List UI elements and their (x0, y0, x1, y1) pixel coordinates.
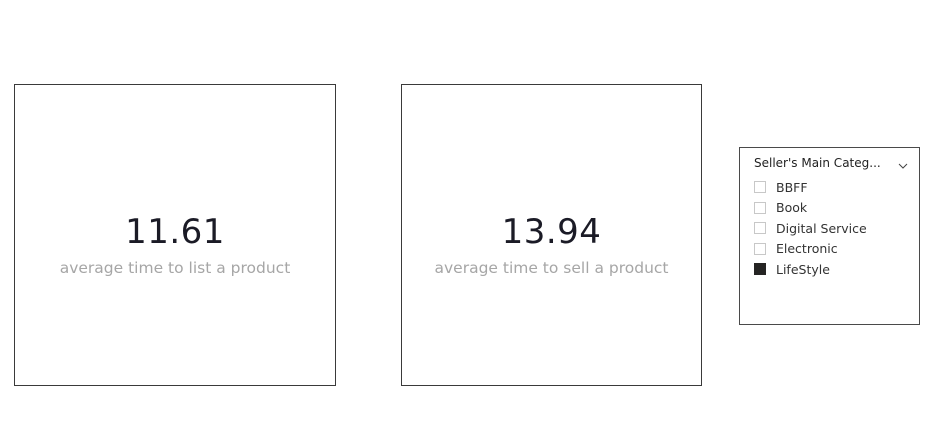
kpi-value: 13.94 (501, 212, 602, 252)
kpi-card-content: 13.94 average time to sell a product (402, 105, 701, 385)
checkbox[interactable] (754, 242, 766, 255)
chevron-down-icon[interactable] (897, 157, 909, 169)
slicer-item-bbff[interactable]: BBFF (754, 177, 913, 198)
checkbox[interactable] (754, 201, 766, 214)
slicer-list: BBFF Book Digital Service Electronic Lif… (754, 177, 913, 280)
category-slicer: Seller's Main Categ... BBFF Book Digital… (739, 147, 920, 325)
checkbox[interactable] (754, 263, 766, 276)
slicer-item-label: Electronic (776, 241, 838, 257)
slicer-item-book[interactable]: Book (754, 198, 913, 219)
slicer-item-lifestyle[interactable]: LifeStyle (754, 259, 913, 280)
slicer-header[interactable]: Seller's Main Categ... (754, 155, 909, 171)
kpi-card-sell-time[interactable]: 13.94 average time to sell a product (401, 84, 702, 386)
checkbox[interactable] (754, 181, 766, 194)
kpi-value: 11.61 (125, 212, 225, 252)
slicer-item-label: BBFF (776, 179, 808, 195)
slicer-item-digital-service[interactable]: Digital Service (754, 218, 913, 239)
slicer-title: Seller's Main Categ... (754, 156, 881, 170)
checkbox[interactable] (754, 222, 766, 235)
slicer-item-electronic[interactable]: Electronic (754, 239, 913, 260)
kpi-label: average time to list a product (59, 259, 291, 277)
kpi-card-list-time[interactable]: 11.61 average time to list a product (14, 84, 336, 386)
slicer-item-label: Book (776, 200, 808, 216)
slicer-item-label: LifeStyle (776, 261, 830, 277)
kpi-label: average time to sell a product (434, 259, 669, 277)
slicer-item-label: Digital Service (776, 220, 867, 236)
kpi-card-content: 11.61 average time to list a product (15, 105, 335, 385)
